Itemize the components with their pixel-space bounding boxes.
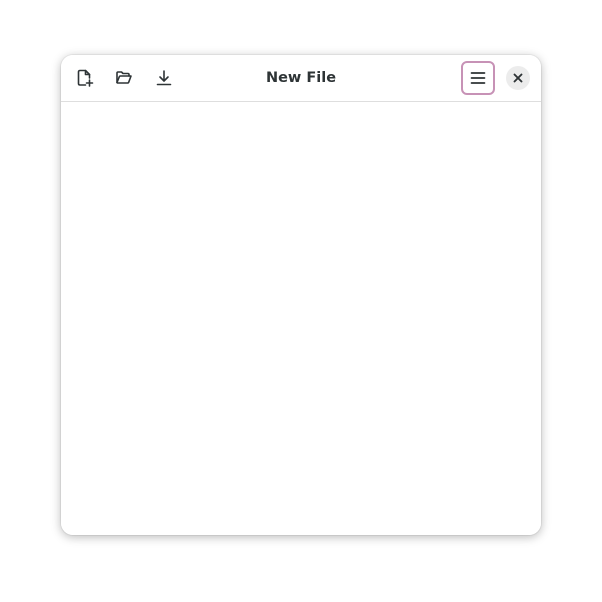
open-file-button[interactable]	[108, 62, 140, 94]
text-editor-area[interactable]	[61, 102, 541, 535]
main-menu-button[interactable]	[461, 61, 495, 95]
hamburger-menu-icon	[470, 70, 486, 86]
folder-open-icon	[115, 69, 133, 87]
close-button[interactable]	[506, 66, 530, 90]
close-icon	[513, 73, 523, 83]
download-icon	[155, 69, 173, 87]
new-file-button[interactable]	[69, 62, 101, 94]
save-file-button[interactable]	[148, 62, 180, 94]
window-title: New File	[265, 70, 337, 86]
document-new-icon	[76, 69, 94, 87]
app-window: New File	[61, 55, 541, 535]
headerbar: New File	[61, 55, 541, 102]
